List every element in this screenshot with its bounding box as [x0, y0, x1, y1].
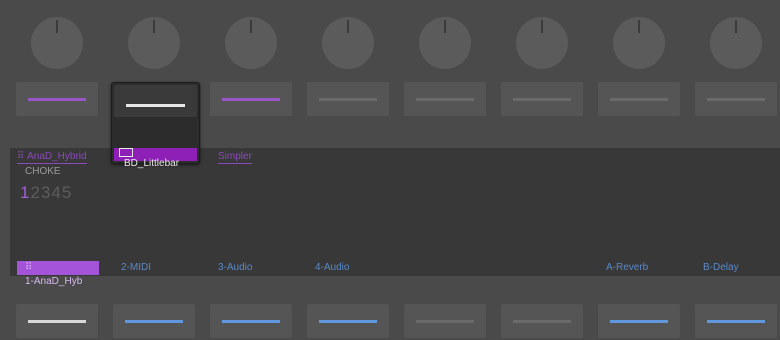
pad-name: BD_Littlebar [124, 158, 180, 169]
choke-label: CHOKE [25, 166, 61, 177]
selected-drum-pad-popup[interactable]: BD_Littlebar [111, 82, 200, 169]
button-indicator [707, 320, 765, 323]
rack-breadcrumb[interactable]: ⠿ AnaD_Hybrid [17, 151, 87, 164]
knob-indicator [541, 20, 543, 33]
button-indicator [126, 104, 185, 107]
lower-button-3[interactable] [210, 304, 292, 338]
button-indicator [513, 320, 571, 323]
button-indicator [416, 320, 474, 323]
encoder-knob-7[interactable] [613, 17, 665, 69]
button-indicator [707, 98, 765, 101]
lower-button-8[interactable] [695, 304, 777, 338]
choke-selector[interactable]: 12345 [20, 184, 72, 202]
track-tab-3[interactable]: 3-Audio [218, 262, 252, 274]
button-indicator [610, 98, 668, 101]
upper-button-3[interactable] [210, 82, 292, 116]
upper-button-7[interactable] [598, 82, 680, 116]
button-indicator [610, 320, 668, 323]
encoder-knob-1[interactable] [31, 17, 83, 69]
button-indicator [222, 98, 280, 101]
track-name: 1-AnaD_Hyb [25, 276, 83, 287]
upper-button-1[interactable] [16, 82, 98, 116]
track-tab-2[interactable]: 2-MIDI [121, 262, 151, 274]
knob-indicator [735, 20, 737, 33]
button-indicator [222, 320, 280, 323]
button-indicator [28, 320, 86, 323]
lower-button-2[interactable] [113, 304, 195, 338]
rack-name: AnaD_Hybrid [27, 151, 87, 162]
lower-button-1[interactable] [16, 304, 98, 338]
rack-grid-icon: ⠿ [17, 151, 28, 162]
upper-button-8[interactable] [695, 82, 777, 116]
pressed-button[interactable] [114, 85, 197, 117]
button-indicator [416, 98, 474, 101]
lower-button-5[interactable] [404, 304, 486, 338]
device-name: Simpler [218, 151, 252, 162]
push-display-panel: ⠿ AnaD_Hybrid Simpler CHOKE 12345 ⠿ 1-An… [0, 0, 780, 340]
knob-indicator [56, 20, 58, 33]
choke-other-values: 2345 [30, 183, 73, 202]
encoder-knob-8[interactable] [710, 17, 762, 69]
button-indicator [28, 98, 86, 101]
selected-pad-chip[interactable]: BD_Littlebar [114, 148, 197, 169]
encoder-knob-2[interactable] [128, 17, 180, 69]
button-indicator [125, 320, 183, 323]
lower-button-7[interactable] [598, 304, 680, 338]
knob-indicator [444, 20, 446, 33]
button-indicator [319, 320, 377, 323]
knob-indicator [153, 20, 155, 33]
track-tab-4[interactable]: 4-Audio [315, 262, 349, 274]
device-tab-simpler[interactable]: Simpler [218, 151, 252, 164]
upper-button-6[interactable] [501, 82, 583, 116]
track-tab-1[interactable]: ⠿ 1-AnaD_Hyb [17, 261, 99, 287]
knob-indicator [347, 20, 349, 33]
encoder-knob-6[interactable] [516, 17, 568, 69]
track-tab-return-b[interactable]: B-Delay [703, 262, 739, 274]
upper-button-5[interactable] [404, 82, 486, 116]
button-indicator [513, 98, 571, 101]
lower-button-6[interactable] [501, 304, 583, 338]
lower-button-4[interactable] [307, 304, 389, 338]
encoder-knob-5[interactable] [419, 17, 471, 69]
upper-button-4[interactable] [307, 82, 389, 116]
encoder-knob-3[interactable] [225, 17, 277, 69]
knob-indicator [250, 20, 252, 33]
track-tab-return-a[interactable]: A-Reverb [606, 262, 648, 274]
choke-selected-value: 1 [20, 183, 31, 202]
rack-grid-icon: ⠿ [25, 262, 33, 273]
encoder-knob-4[interactable] [322, 17, 374, 69]
square-icon [119, 148, 133, 157]
button-indicator [319, 98, 377, 101]
knob-indicator [638, 20, 640, 33]
